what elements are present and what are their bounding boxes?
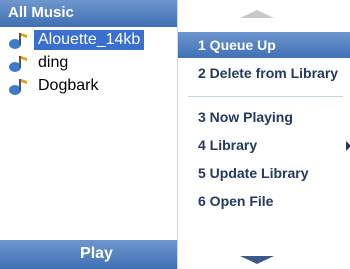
menu-item-label: 2 Delete from Library (198, 65, 339, 81)
menu-item-label: 1 Queue Up (198, 37, 276, 53)
list-item-label: ding (38, 54, 69, 71)
menu-item-library[interactable]: 4 Library (178, 132, 350, 158)
menu-item-update-library[interactable]: 5 Update Library (178, 160, 350, 186)
menu-item-open-file[interactable]: 6 Open File (178, 188, 350, 214)
menu-item-queue-up[interactable]: 1 Queue Up (178, 32, 350, 58)
music-note-icon (9, 33, 27, 49)
menu-item-now-playing[interactable]: 3 Now Playing (178, 104, 350, 130)
menu-item-label: 5 Update Library (198, 165, 309, 181)
list-item[interactable]: Dogbark (0, 75, 177, 98)
list-item[interactable]: Alouette_14kb (0, 29, 177, 52)
list-item-label: Alouette_14kb (34, 30, 145, 50)
music-note-icon (9, 56, 27, 72)
list-item[interactable]: ding (0, 52, 177, 75)
menu-separator (188, 96, 343, 97)
menu-item-label: 3 Now Playing (198, 109, 293, 125)
menu-item-label: 6 Open File (198, 193, 274, 209)
scroll-down-arrow-icon[interactable] (240, 256, 274, 264)
menu-item-label: 4 Library (198, 137, 258, 153)
music-note-icon (9, 79, 27, 95)
list-item-label: Dogbark (38, 77, 99, 94)
submenu-arrow-icon (346, 141, 350, 151)
list-title: All Music (8, 4, 74, 21)
play-softkey[interactable]: Play (0, 245, 193, 263)
context-menu: 1 Queue Up 2 Delete from Library 3 Now P… (177, 0, 350, 269)
menu-item-delete-from-library[interactable]: 2 Delete from Library (178, 60, 350, 86)
scroll-up-arrow-icon[interactable] (240, 10, 274, 18)
list-header: All Music (0, 0, 177, 27)
music-list: Alouette_14kb ding Dogbark (0, 29, 177, 98)
